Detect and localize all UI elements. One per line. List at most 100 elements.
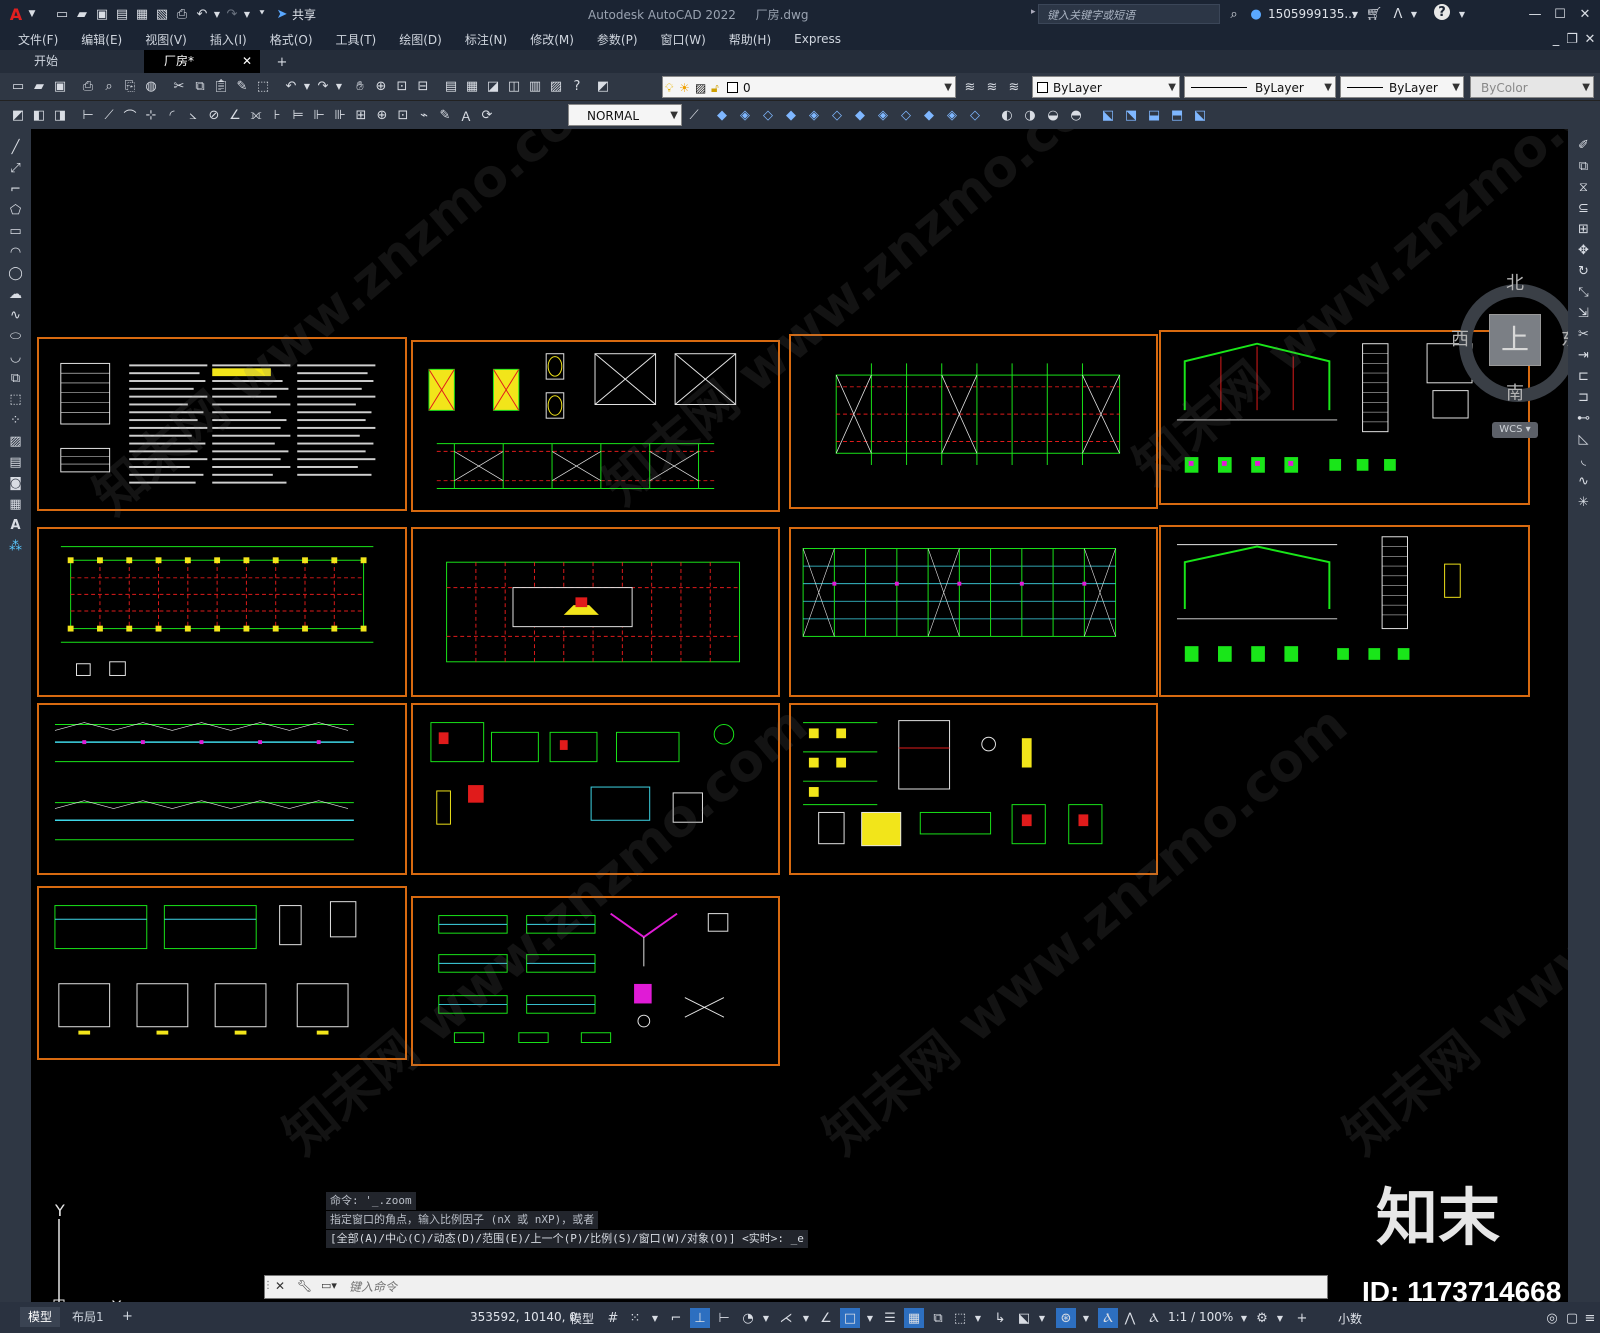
tb2-3d-mesh-icon[interactable]: ◇ <box>965 105 985 125</box>
undo-dropdown-icon[interactable]: ▼ <box>212 4 222 24</box>
customize-qat-icon[interactable]: ⯆ <box>252 4 272 24</box>
plot-icon[interactable]: ⎙ <box>172 4 192 24</box>
tb2-ucs-icon[interactable]: ⬕ <box>1098 105 1118 125</box>
doc-restore-icon[interactable]: ❐ <box>1562 29 1582 49</box>
tb2-3d-sweep-icon[interactable]: ◆ <box>850 105 870 125</box>
maximize-window-icon[interactable]: ☐ <box>1550 4 1570 24</box>
tb-block-editor-icon[interactable]: ⬚ <box>253 77 273 97</box>
dim-linear-icon[interactable]: ⊢ <box>78 105 98 125</box>
command-recent-icon[interactable]: ▭▾ <box>321 1279 337 1292</box>
object-snap-tracking-icon[interactable]: ∠ <box>816 1308 836 1328</box>
annotation-visibility-icon[interactable]: Ⲁ <box>1098 1308 1118 1328</box>
join-icon[interactable]: ⊷ <box>1568 408 1599 429</box>
offset-icon[interactable]: ⊆ <box>1568 198 1599 219</box>
minimize-window-icon[interactable]: — <box>1525 4 1545 24</box>
new-file-icon[interactable]: ▭ <box>52 4 72 24</box>
dynamic-ucs-icon[interactable]: ↳ <box>990 1308 1010 1328</box>
selection-cycling-icon[interactable]: ⧉ <box>928 1308 948 1328</box>
save-web-icon[interactable]: ▧ <box>152 4 172 24</box>
dim-break-icon[interactable]: ⊪ <box>330 105 350 125</box>
command-grip-icon[interactable]: ⋮ <box>263 1280 273 1294</box>
plotstyle-dropdown[interactable]: ByColor ▼ <box>1470 76 1594 98</box>
tab-document[interactable]: 厂房* ✕ <box>144 50 260 73</box>
tb2-3d-box-icon[interactable]: ◆ <box>712 105 732 125</box>
isolate-objects-icon[interactable]: ◎ <box>1542 1308 1562 1328</box>
viewcube-east[interactable]: 东 <box>1561 325 1568 351</box>
dim-aligned-icon[interactable]: ⟋ <box>99 105 119 125</box>
tb2-ucs-face-icon[interactable]: ⬓ <box>1144 105 1164 125</box>
tb-layer-properties-icon[interactable]: ◩ <box>593 77 613 97</box>
tb-tool-palettes-icon[interactable]: ◪ <box>483 77 503 97</box>
help-icon[interactable]: ? <box>1434 4 1450 20</box>
break-icon[interactable]: ⊐ <box>1568 387 1599 408</box>
draw-ellipse-arc-icon[interactable]: ◡ <box>0 347 31 368</box>
tb2-layer-tools-icon[interactable]: ◩ <box>8 105 28 125</box>
dimstyle-dropdown[interactable]: NORMAL ▼ <box>568 104 682 126</box>
trim-icon[interactable]: ✂ <box>1568 324 1599 345</box>
gradient-icon[interactable]: ▤ <box>0 452 31 473</box>
menu-view[interactable]: 视图(V) <box>145 31 187 48</box>
multiline-text-icon[interactable]: A <box>0 515 31 536</box>
tb2-layer-merge-icon[interactable]: ◨ <box>50 105 70 125</box>
viewcube-north[interactable]: 北 <box>1506 269 1524 295</box>
dynamic-input-icon[interactable]: ⊥ <box>690 1308 710 1328</box>
tb-cut-icon[interactable]: ✂ <box>169 77 189 97</box>
blend-curves-icon[interactable]: ∿ <box>1568 471 1599 492</box>
doc-close-icon[interactable]: ✕ <box>1580 29 1600 49</box>
user-name[interactable]: 1505999135... <box>1268 7 1356 21</box>
tb-new-icon[interactable]: ▭ <box>8 77 28 97</box>
share-icon[interactable]: ➤ <box>272 4 292 24</box>
tb-calculator-icon[interactable]: ▨ <box>546 77 566 97</box>
menu-file[interactable]: 文件(F) <box>18 31 58 48</box>
scale-icon[interactable]: ⤡ <box>1568 282 1599 303</box>
polar-tracking-icon[interactable]: ◔ <box>738 1308 758 1328</box>
workspace-gear-icon[interactable]: ⚙ <box>1252 1308 1272 1328</box>
tab-start[interactable]: 开始 <box>14 50 144 73</box>
tb-paste-icon[interactable]: 📋︎ <box>211 77 231 97</box>
tb2-3d-revolve-icon[interactable]: ◇ <box>827 105 847 125</box>
sheet-frame-elevation-2[interactable] <box>1159 525 1530 697</box>
stretch-icon[interactable]: ⇲ <box>1568 303 1599 324</box>
viewcube-west[interactable]: 西 <box>1451 325 1469 351</box>
menu-draw[interactable]: 绘图(D) <box>399 31 442 48</box>
save-icon[interactable]: ▣ <box>92 4 112 24</box>
break-at-point-icon[interactable]: ⊏ <box>1568 366 1599 387</box>
sheet-column-layout-plan[interactable] <box>37 527 407 697</box>
copy-icon[interactable]: ⧉ <box>1568 156 1599 177</box>
tb2-3d-intersect-icon[interactable]: ◆ <box>781 105 801 125</box>
layout-tab-layout1[interactable]: 布局1 <box>64 1307 112 1327</box>
share-button[interactable]: 共享 <box>292 6 316 23</box>
help-dropdown-icon[interactable]: ▼ <box>1452 4 1472 24</box>
annotation-scale-value[interactable]: 1:1 / 100% <box>1168 1310 1233 1324</box>
open-folder-icon[interactable]: ▰ <box>72 4 92 24</box>
wcs-menu[interactable]: WCS ▾ <box>1492 422 1538 438</box>
annotation-scale-icon[interactable]: Ⲁ <box>1144 1308 1164 1328</box>
draw-construction-line-icon[interactable]: ⤢ <box>0 158 31 179</box>
tb2-3d-slice-icon[interactable]: ◇ <box>896 105 916 125</box>
osnap-dropdown-icon[interactable]: ▼ <box>860 1308 880 1328</box>
selection-filter-dropdown-icon[interactable]: ▼ <box>1032 1308 1052 1328</box>
isodraft-dropdown-icon[interactable]: ▼ <box>796 1308 816 1328</box>
dim-edit-icon[interactable]: ✎ <box>435 105 455 125</box>
inspect-icon[interactable]: ⊡ <box>393 105 413 125</box>
open-web-icon[interactable]: ▦ <box>132 4 152 24</box>
tb2-ucs-object-icon[interactable]: ⬒ <box>1167 105 1187 125</box>
erase-icon[interactable]: ✐ <box>1568 135 1599 156</box>
command-close-icon[interactable]: ✕ <box>275 1279 285 1293</box>
selection-filter-icon[interactable]: ⬕ <box>1014 1308 1034 1328</box>
grid-icon[interactable]: # <box>603 1308 623 1328</box>
tb2-3d-extrude-icon[interactable]: ◈ <box>804 105 824 125</box>
units-value[interactable]: 小数 <box>1338 1310 1362 1327</box>
sheet-connection-details[interactable] <box>411 703 780 875</box>
tb2-layer-walk-icon[interactable]: ◧ <box>29 105 49 125</box>
menu-window[interactable]: 窗口(W) <box>661 31 706 48</box>
tb-make-current-icon[interactable]: ≋ <box>960 77 980 97</box>
cursor-coordinates[interactable]: 353592, 10140, 0 <box>470 1310 577 1324</box>
tb2-ucs-world-icon[interactable]: ⬔ <box>1121 105 1141 125</box>
draw-revcloud-icon[interactable]: ☁︎ <box>0 284 31 305</box>
sheet-column-base-details[interactable] <box>789 703 1158 875</box>
tb-help-icon[interactable]: ? <box>567 77 587 97</box>
linetype-dropdown[interactable]: ByLayer ▼ <box>1184 76 1336 98</box>
dim-radius-icon[interactable]: ◜ <box>162 105 182 125</box>
draw-polyline-icon[interactable]: ⌐ <box>0 179 31 200</box>
